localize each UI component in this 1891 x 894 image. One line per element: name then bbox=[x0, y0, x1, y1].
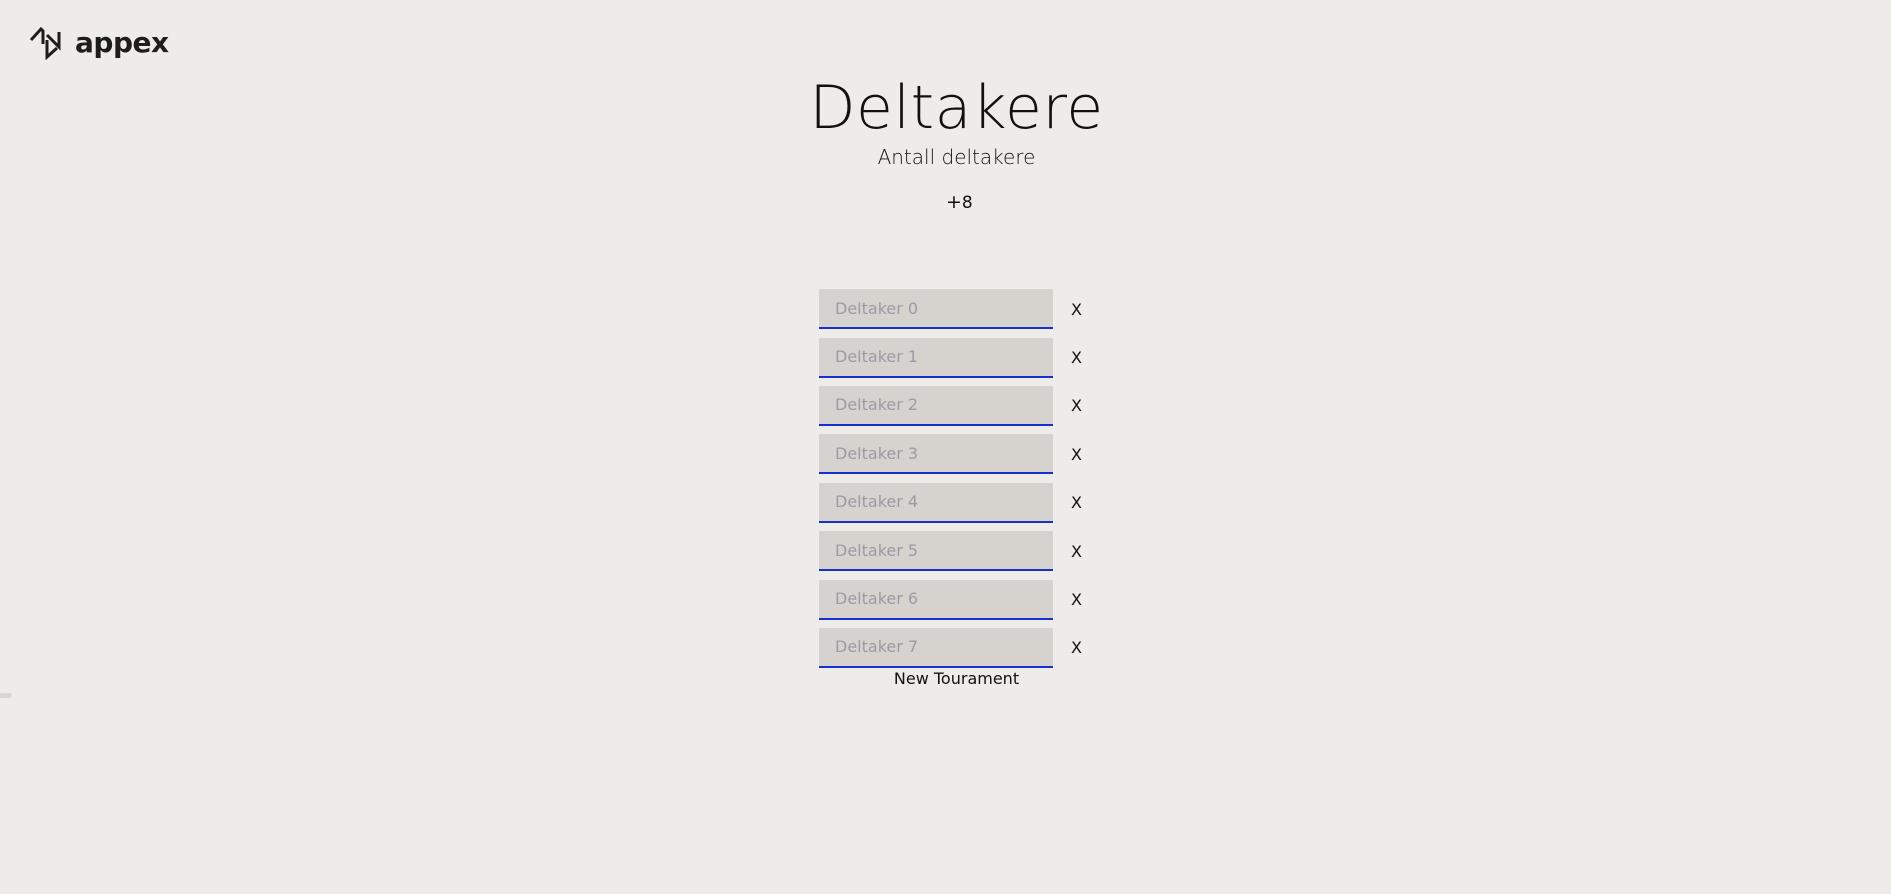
remove-participant-button[interactable]: X bbox=[1071, 396, 1082, 415]
participant-name-input[interactable] bbox=[819, 289, 1053, 330]
brand-logo[interactable]: appex bbox=[29, 26, 169, 60]
edge-handle[interactable] bbox=[0, 693, 12, 698]
participant-name-input[interactable] bbox=[819, 531, 1053, 572]
new-tournament-button[interactable]: New Tourament bbox=[860, 669, 1053, 688]
page-title: Deltakere bbox=[809, 73, 1104, 143]
participant-row: X bbox=[819, 285, 1082, 333]
brand-name: appex bbox=[75, 26, 169, 59]
page: appex Deltakere Antall deltakere +8 XXXX… bbox=[0, 0, 1891, 894]
add-participant-button[interactable]: +8 bbox=[946, 191, 973, 214]
remove-participant-button[interactable]: X bbox=[1071, 638, 1082, 657]
plus-icon: + bbox=[946, 191, 962, 213]
participant-name-input[interactable] bbox=[819, 579, 1053, 620]
participant-row: X bbox=[819, 527, 1082, 575]
participant-name-input[interactable] bbox=[819, 627, 1053, 668]
remove-participant-button[interactable]: X bbox=[1071, 348, 1082, 367]
appex-logo-icon bbox=[29, 26, 69, 60]
participant-count: 8 bbox=[961, 193, 973, 213]
participant-row: X bbox=[819, 382, 1082, 430]
remove-participant-button[interactable]: X bbox=[1071, 300, 1082, 319]
participant-name-input[interactable] bbox=[819, 337, 1053, 378]
participant-row: X bbox=[819, 333, 1082, 381]
participant-row: X bbox=[819, 624, 1082, 672]
remove-participant-button[interactable]: X bbox=[1071, 590, 1082, 609]
participant-name-input[interactable] bbox=[819, 482, 1053, 523]
page-subtitle: Antall deltakere bbox=[877, 145, 1036, 169]
participant-list: X X X X X X X X bbox=[819, 285, 1082, 672]
participant-name-input[interactable] bbox=[819, 385, 1053, 426]
participant-name-input[interactable] bbox=[819, 434, 1053, 475]
remove-participant-button[interactable]: X bbox=[1071, 445, 1082, 464]
participant-row: X bbox=[819, 479, 1082, 527]
participant-row: X bbox=[819, 430, 1082, 478]
remove-participant-button[interactable]: X bbox=[1071, 493, 1082, 512]
remove-participant-button[interactable]: X bbox=[1071, 542, 1082, 561]
participant-row: X bbox=[819, 575, 1082, 623]
